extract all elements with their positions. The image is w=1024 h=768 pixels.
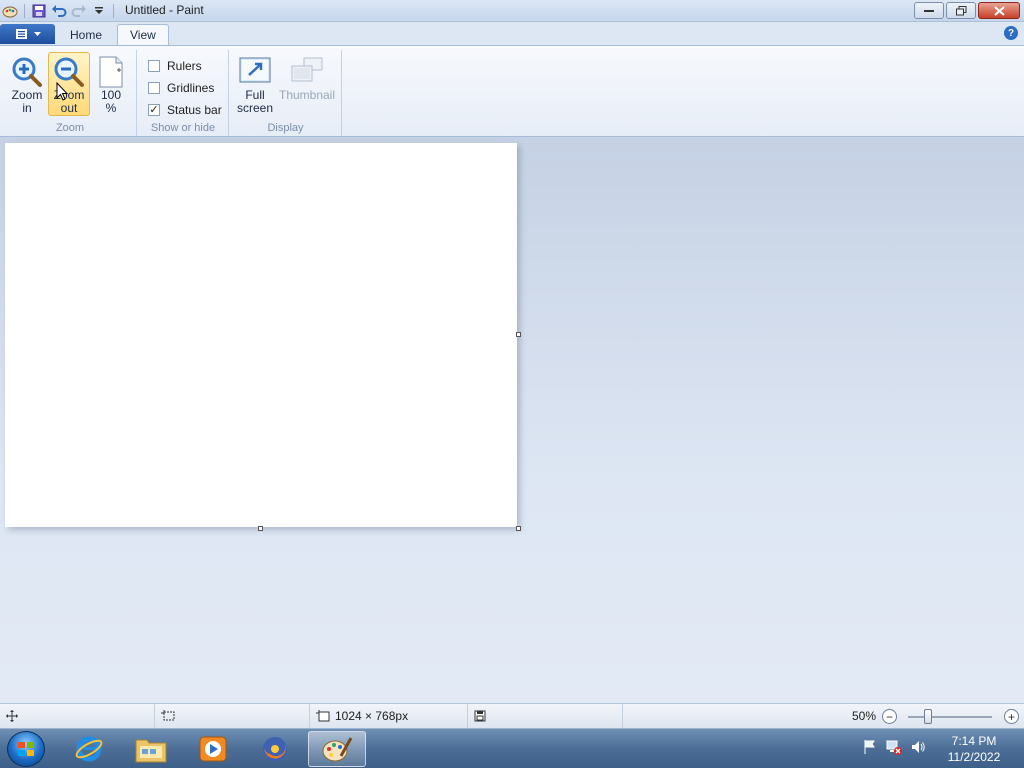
paint-app-icon[interactable] <box>2 3 18 19</box>
network-disconnected-icon[interactable] <box>886 739 902 755</box>
taskbar-paint[interactable] <box>308 731 366 767</box>
media-player-icon <box>199 736 227 762</box>
resize-handle-right[interactable] <box>516 332 521 337</box>
menu-icon <box>15 29 27 39</box>
thumbnail-icon <box>290 55 324 89</box>
ribbon-tab-bar: Home View ? <box>0 22 1024 45</box>
show-or-hide-group: Rulers Gridlines ✓ Status bar Show or hi… <box>138 50 229 136</box>
ribbon-view-panel: Zoom in Zoom out 100 % Zoom Rulers Gridl… <box>0 45 1024 137</box>
system-tray <box>862 739 926 755</box>
canvas-workspace <box>0 137 1024 703</box>
rulers-label: Rulers <box>167 59 202 73</box>
zoom-slider-thumb[interactable] <box>924 709 932 724</box>
thumbnail-button[interactable]: Thumbnail <box>279 52 335 116</box>
windows-logo-icon <box>18 742 34 756</box>
cursor-position-icon <box>6 710 18 722</box>
show-or-hide-group-label: Show or hide <box>150 122 216 134</box>
taskbar-firefox[interactable] <box>246 731 304 767</box>
page-100-icon <box>94 55 128 89</box>
rulers-checkbox[interactable]: Rulers <box>148 59 202 73</box>
taskbar-internet-explorer[interactable] <box>60 731 118 767</box>
undo-icon[interactable] <box>51 3 67 19</box>
full-screen-button[interactable]: Full screen <box>234 52 276 116</box>
quick-access-toolbar <box>2 2 116 20</box>
zoom-level-text: 50% <box>852 709 877 723</box>
checkmark-icon: ✓ <box>149 104 159 116</box>
clock-date: 11/2/2022 <box>947 750 1001 764</box>
zoom-in-icon <box>10 55 44 89</box>
status-bar-label: Status bar <box>167 103 222 117</box>
paint-icon <box>322 737 353 762</box>
image-size-cell: 1024 × 768px <box>310 704 468 728</box>
taskbar-media-player[interactable] <box>184 731 242 767</box>
selection-size-icon <box>161 710 175 721</box>
save-icon[interactable] <box>31 3 47 19</box>
window-controls <box>914 2 1020 19</box>
zoom-out-button[interactable]: Zoom out <box>48 52 90 116</box>
taskbar-file-explorer[interactable] <box>122 731 180 767</box>
resize-handle-bottom[interactable] <box>258 526 263 531</box>
window-title: Untitled - Paint <box>125 3 204 17</box>
mouse-cursor-icon <box>56 82 68 101</box>
start-button[interactable] <box>7 731 45 767</box>
tab-home[interactable]: Home <box>58 24 114 45</box>
title-bar: Untitled - Paint <box>0 0 1024 22</box>
minimize-button[interactable] <box>914 2 944 19</box>
qat-separator <box>24 4 25 18</box>
folder-icon <box>135 739 167 763</box>
selection-size-cell <box>155 704 310 728</box>
close-button[interactable] <box>978 2 1020 19</box>
disk-icon <box>474 710 486 722</box>
full-screen-icon <box>238 55 272 89</box>
taskbar: 7:14 PM 11/2/2022 <box>0 728 1024 768</box>
drawing-canvas[interactable] <box>5 143 517 527</box>
image-size-text: 1024 × 768px <box>335 709 409 723</box>
action-center-icon[interactable] <box>862 739 878 755</box>
redo-icon[interactable] <box>71 3 87 19</box>
gridlines-checkbox-box[interactable] <box>148 82 160 94</box>
zoom-in-status-button[interactable]: + <box>1004 709 1019 724</box>
zoom-group: Zoom in Zoom out 100 % Zoom <box>4 50 137 136</box>
status-bar: 1024 × 768px 50% − + <box>0 703 1024 728</box>
file-size-cell <box>468 704 623 728</box>
status-bar-checkbox-box[interactable]: ✓ <box>148 104 160 116</box>
clock-time: 7:14 PM <box>951 734 997 748</box>
zoom-out-status-button[interactable]: − <box>882 709 897 724</box>
taskbar-clock[interactable]: 7:14 PM 11/2/2022 <box>938 733 1010 765</box>
display-group-label: Display <box>267 122 304 134</box>
tab-view[interactable]: View <box>117 24 169 45</box>
qat-separator <box>113 4 114 18</box>
volume-icon[interactable] <box>910 739 926 755</box>
gridlines-checkbox[interactable]: Gridlines <box>148 81 214 95</box>
paint-menu-button[interactable] <box>0 24 55 44</box>
display-group: Full screen Thumbnail Display <box>230 50 342 136</box>
chevron-down-icon <box>33 31 41 36</box>
zoom-100-button[interactable]: 100 % <box>90 52 132 116</box>
gridlines-label: Gridlines <box>167 81 215 95</box>
restore-button[interactable] <box>946 2 976 19</box>
help-icon[interactable]: ? <box>1004 26 1018 40</box>
status-bar-checkbox[interactable]: ✓ Status bar <box>148 103 222 117</box>
resize-handle-corner[interactable] <box>516 526 521 531</box>
internet-explorer-icon <box>75 736 103 762</box>
image-size-icon <box>316 710 330 722</box>
zoom-in-button[interactable]: Zoom in <box>6 52 48 116</box>
cursor-position-cell <box>0 704 155 728</box>
rulers-checkbox-box[interactable] <box>148 60 160 72</box>
zoom-group-label: Zoom <box>55 122 85 134</box>
customize-qat-dropdown-icon[interactable] <box>91 3 107 19</box>
zoom-slider-track[interactable] <box>908 716 992 718</box>
firefox-icon <box>263 737 287 761</box>
